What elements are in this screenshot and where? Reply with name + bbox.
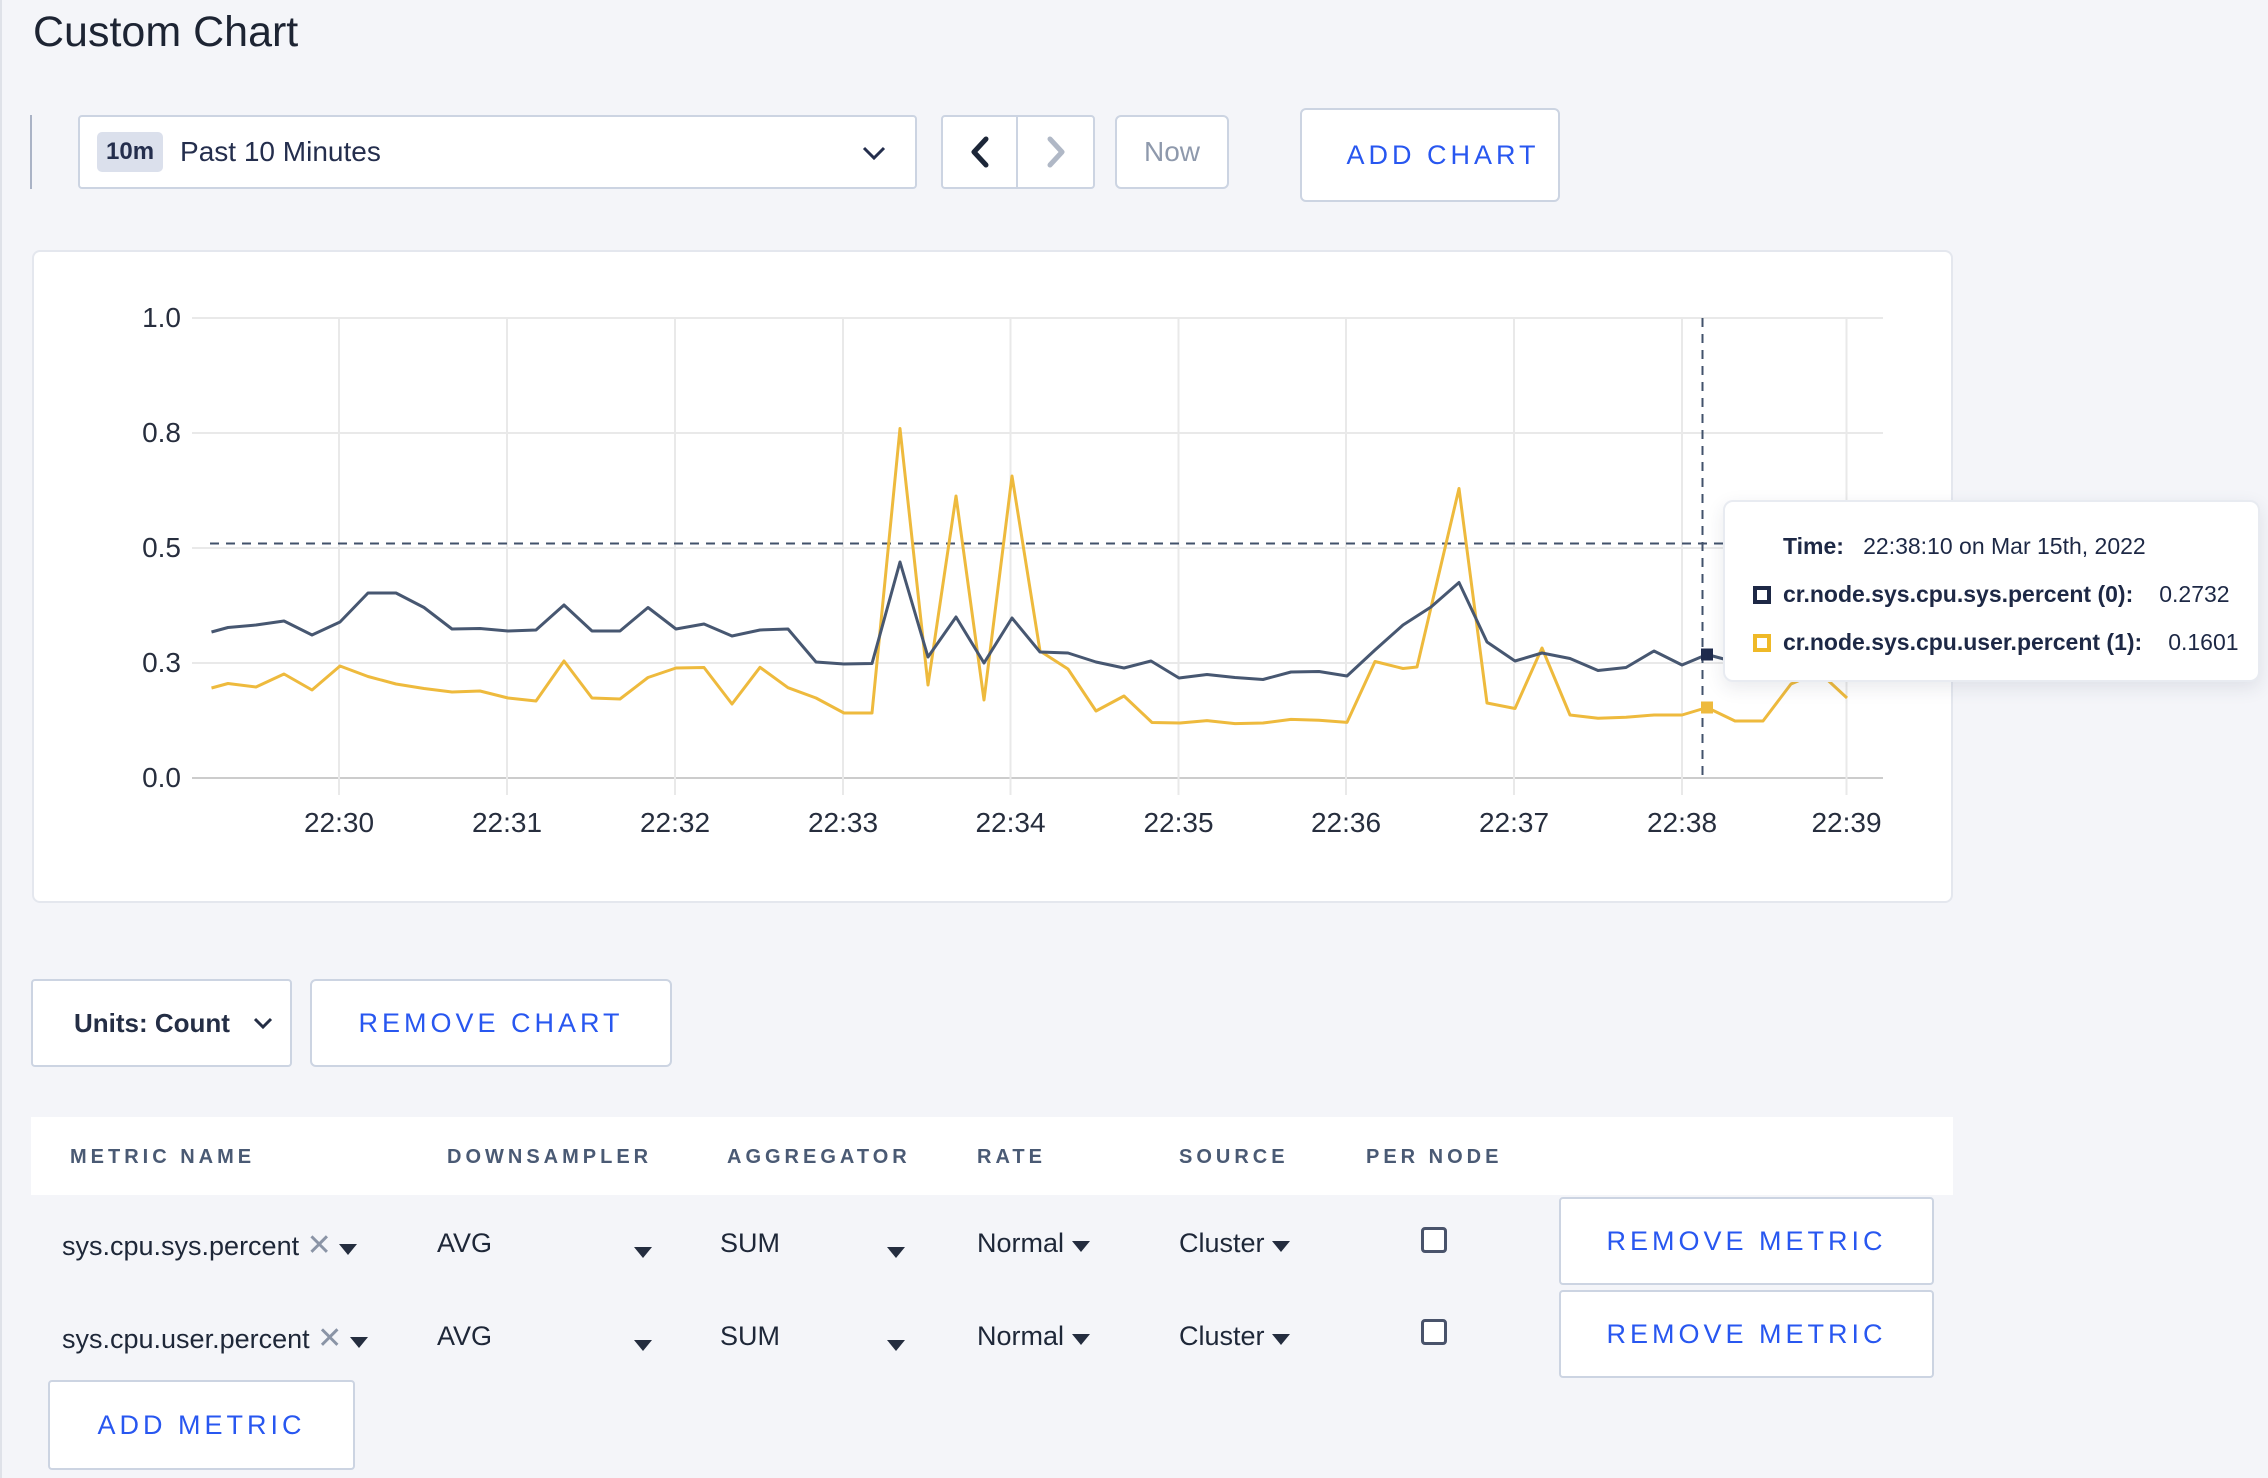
svg-text:1.0: 1.0 (142, 302, 181, 333)
svg-text:22:35: 22:35 (1143, 807, 1213, 838)
svg-text:22:37: 22:37 (1479, 807, 1549, 838)
svg-text:22:31: 22:31 (472, 807, 542, 838)
svg-text:22:34: 22:34 (975, 807, 1045, 838)
svg-text:22:32: 22:32 (640, 807, 710, 838)
svg-text:0.5: 0.5 (142, 532, 181, 563)
svg-text:22:30: 22:30 (304, 807, 374, 838)
svg-text:0.8: 0.8 (142, 417, 181, 448)
svg-text:22:36: 22:36 (1311, 807, 1381, 838)
svg-text:22:39: 22:39 (1811, 807, 1881, 838)
svg-text:22:33: 22:33 (808, 807, 878, 838)
svg-text:0.3: 0.3 (142, 647, 181, 678)
svg-text:22:38: 22:38 (1647, 807, 1717, 838)
svg-text:0.0: 0.0 (142, 762, 181, 793)
